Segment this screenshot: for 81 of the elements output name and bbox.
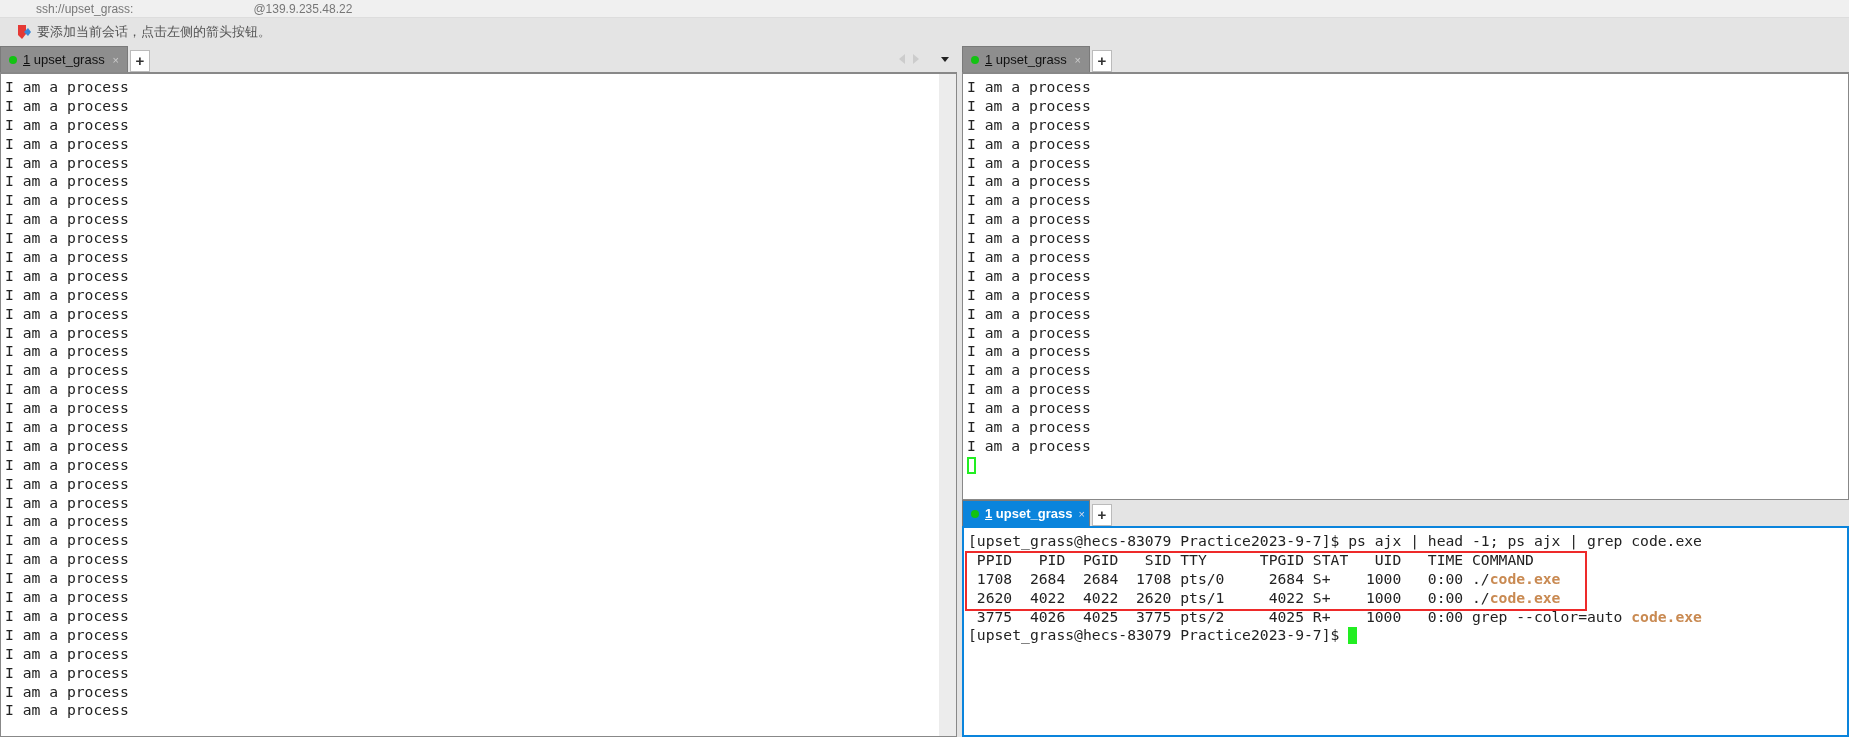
terminal-line: I am a process — [967, 418, 1091, 437]
hint-text: 要添加当前会话，点击左侧的箭头按钮。 — [37, 23, 271, 41]
terminal-line: I am a process — [5, 304, 129, 324]
terminal-line: I am a process — [5, 134, 129, 154]
terminal-line: I am a process — [5, 399, 129, 419]
new-tab-button[interactable]: + — [130, 50, 150, 72]
terminal-line: I am a process — [5, 210, 129, 230]
terminal-line: I am a process — [967, 380, 1091, 400]
session-host: ssh://upset_grass: — [36, 1, 134, 16]
terminal-line: [upset_grass@hecs-83079 Practice2023-9-7]$ — [968, 626, 1341, 646]
new-tab-button[interactable]: + — [1092, 504, 1112, 526]
terminal-line: I am a process — [967, 134, 1091, 154]
terminal-line: I am a process — [5, 644, 129, 664]
next-tab-icon[interactable] — [913, 54, 919, 64]
terminal-line: I am a process — [5, 266, 129, 286]
terminal-line: PPID PID PGID SID TTY TPGID STAT UID TIME COMMAND — [975, 550, 1534, 570]
terminal-line: I am a process — [5, 569, 129, 589]
terminal-line: I am a process — [5, 625, 129, 645]
terminal-line: I am a process — [5, 229, 129, 248]
session-address: @139.9.235.48.22 — [253, 1, 353, 16]
session-tab[interactable]: 1 upset_grass × — [0, 46, 128, 72]
terminal-line: I am a process — [5, 248, 129, 267]
terminal-line: I am a process — [5, 191, 129, 211]
terminal-line: I am a process — [5, 550, 129, 570]
arrow-icon — [18, 25, 31, 39]
terminal-line: I am a process — [5, 418, 129, 437]
connected-status-icon — [9, 55, 17, 64]
terminal-line: I am a process — [5, 436, 129, 456]
terminal-line: I am a process — [967, 304, 1091, 324]
terminal-line: I am a process — [967, 266, 1091, 286]
terminal-line: 1708 2684 2684 1708 pts/0 2684 S+ 1000 0:00 ./ — [975, 569, 1490, 589]
terminal-line: I am a process — [5, 96, 129, 116]
scrollbar[interactable] — [939, 74, 956, 736]
terminal-line: I am a process — [5, 493, 129, 513]
matched-text: code.exe — [1489, 569, 1561, 589]
matched-text: code.exe — [1489, 588, 1561, 608]
terminal-line: I am a process — [967, 436, 1091, 456]
terminal-line: I am a process — [967, 361, 1091, 381]
terminal-line: I am a process — [5, 512, 129, 532]
previous-tab-icon[interactable] — [899, 54, 905, 64]
terminal-line: I am a process — [5, 78, 129, 97]
terminal-line: I am a process — [967, 229, 1091, 248]
connected-status-icon — [971, 55, 979, 64]
session-tab[interactable]: 1 upset_grass × — [962, 46, 1090, 72]
terminal-line: I am a process — [5, 361, 129, 381]
terminal-line: I am a process — [5, 474, 129, 494]
terminal-line: I am a process — [967, 399, 1091, 419]
terminal-line: I am a process — [967, 172, 1091, 192]
terminal-line: I am a process — [5, 701, 129, 721]
connected-status-icon — [971, 509, 979, 518]
matched-text: code.exe — [1631, 607, 1702, 627]
dropdown-icon[interactable] — [941, 56, 949, 62]
terminal-line: I am a process — [967, 248, 1091, 267]
terminal-line: I am a process — [5, 588, 129, 607]
terminal-line: I am a process — [967, 210, 1091, 230]
terminal-line: I am a process — [5, 323, 129, 343]
terminal-line: I am a process — [967, 96, 1091, 116]
terminal-line: I am a process — [5, 380, 129, 400]
session-tab[interactable]: 1 upset_grass × — [962, 500, 1090, 526]
terminal-line: I am a process — [5, 606, 129, 626]
terminal-line: I am a process — [5, 172, 129, 192]
terminal-line: 3775 4026 4025 3775 pts/2 4025 R+ 1000 0:00 grep --color=auto — [975, 607, 1624, 627]
terminal-line: I am a process — [967, 323, 1091, 343]
close-tab-button[interactable]: × — [1078, 507, 1085, 520]
terminal-line: I am a process — [967, 191, 1091, 211]
terminal-line: I am a process — [967, 78, 1091, 97]
terminal-line: I am a process — [5, 455, 129, 475]
terminal-line: I am a process — [967, 153, 1091, 173]
terminal-line: I am a process — [5, 153, 129, 173]
terminal-line: I am a process — [967, 342, 1091, 362]
terminal-line: I am a process — [967, 115, 1091, 135]
new-tab-button[interactable]: + — [1092, 50, 1112, 72]
terminal-line: I am a process — [5, 285, 129, 305]
terminal-line: I am a process — [5, 115, 129, 135]
terminal-line: 2620 4022 4022 2620 pts/1 4022 S+ 1000 0:00 ./ — [975, 588, 1490, 608]
terminal-line: I am a process — [5, 663, 129, 683]
terminal-line: I am a process — [5, 682, 129, 702]
terminal-line: I am a process — [5, 342, 129, 362]
terminal-line: I am a process — [5, 531, 129, 551]
terminal-line: [upset_grass@hecs-83079 Practice2023-9-7]$ ps ajx | head -1; ps ajx | grep code.exe — [968, 532, 1702, 551]
terminal-line: I am a process — [967, 285, 1091, 305]
